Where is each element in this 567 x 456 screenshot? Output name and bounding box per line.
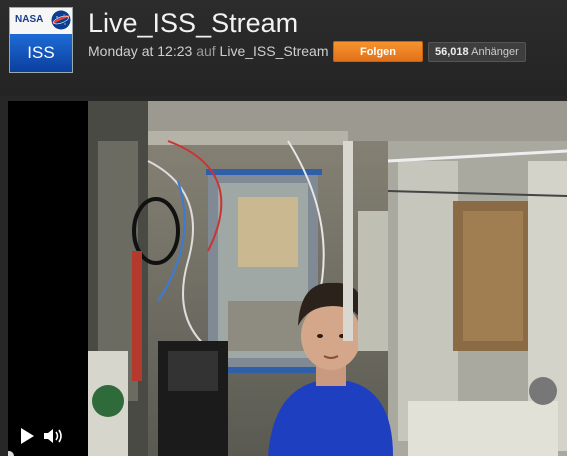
channel-header: NASA ISS Live_ISS_Stream Monday at 12:23… [0,0,567,96]
logo-bottom-panel: ISS [10,34,72,72]
nasa-meatball-icon [51,10,71,30]
logo-iss-text: ISS [27,43,55,62]
meta-preposition: auf [196,43,216,59]
channel-link[interactable]: Live_ISS_Stream [220,43,329,59]
iss-interior-image [88,101,567,456]
video-frame[interactable] [88,101,567,456]
follow-button[interactable]: Folgen [333,41,423,62]
play-icon[interactable] [18,427,36,445]
channel-meta: Monday at 12:23 auf Live_ISS_Stream [88,43,329,59]
followers-badge: 56,018 Anhänger [428,42,526,62]
channel-logo[interactable]: NASA ISS [9,7,73,73]
followers-count: 56,018 [435,46,469,58]
video-player[interactable] [8,101,567,456]
timestamp: Monday at 12:23 [88,43,193,59]
player-controls [8,419,98,455]
logo-top-panel: NASA [10,8,72,34]
followers-label: Anhänger [471,46,519,58]
volume-icon[interactable] [43,427,65,445]
logo-nasa-text: NASA [15,14,44,25]
channel-title[interactable]: Live_ISS_Stream [88,8,298,39]
